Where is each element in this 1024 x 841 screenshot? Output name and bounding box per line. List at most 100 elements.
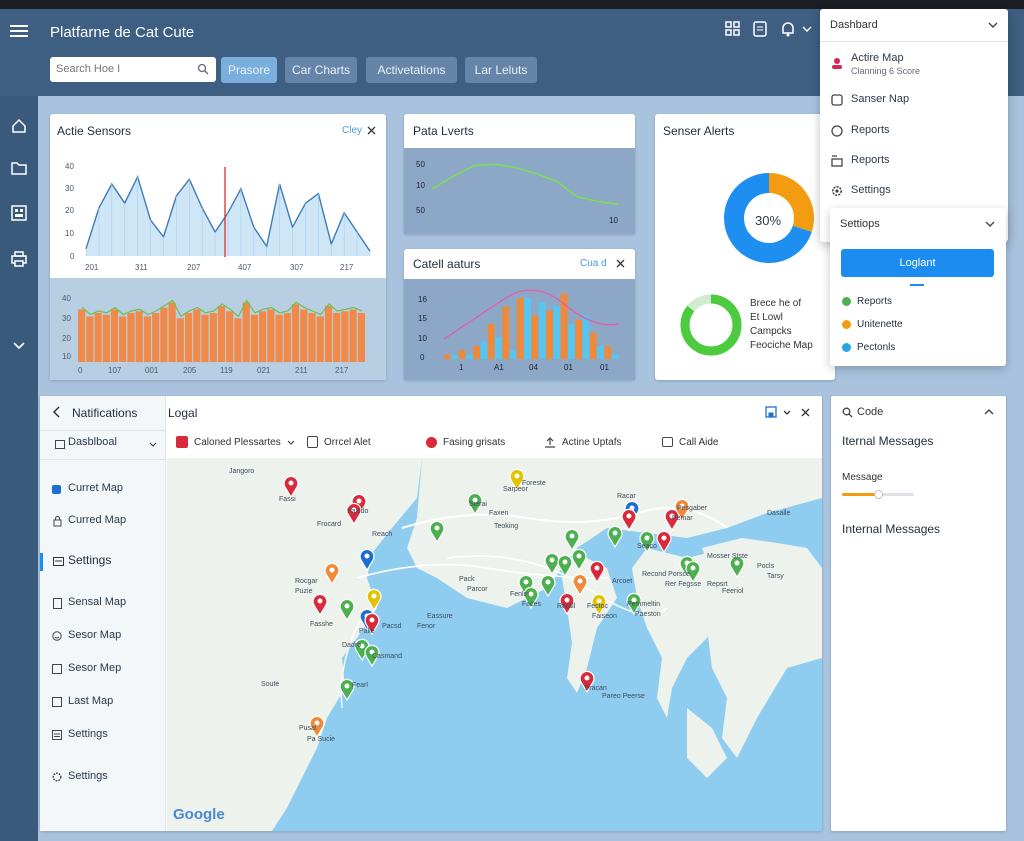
toolbar-button-lar-leluts[interactable]: Lar Leluts [465,57,537,83]
chevron-down-icon[interactable] [800,19,814,39]
logout-button[interactable]: Loglant [841,249,994,277]
map-place-label: Sarpeor [503,486,529,493]
bar [341,311,349,363]
search-box[interactable] [50,57,216,82]
bar [185,313,193,362]
filter-fasing-grisats[interactable]: Fasing grisats [426,434,505,450]
nav-item-last-map[interactable]: Last Map [52,695,162,711]
map-place-label: Pacsd [382,623,402,630]
grid-icon[interactable] [723,19,743,39]
save-icon[interactable] [764,405,778,419]
bar-y-tick: 20 [62,334,71,343]
map-place-label: Pocls [757,563,775,570]
close-icon[interactable] [365,124,377,136]
dropdown-item-active-map[interactable]: Actire Map Clanning 6 Score [820,49,1008,83]
dashboard-select[interactable]: Dasblboal [54,436,160,454]
settings-header[interactable]: Settiops [840,218,880,230]
bar [300,309,308,362]
y-tick: 16 [418,295,427,304]
nav-item-settings-2[interactable]: Settings [52,770,162,786]
filter-label: Call Aide [679,436,719,448]
nav-item-sesor-map[interactable]: Sesor Map [52,629,162,645]
islet [687,708,727,778]
chevron-down-icon[interactable] [987,19,999,31]
map-pin-dot [523,579,529,585]
nav-item-settings[interactable]: Settings [52,728,162,744]
active-sensors-bar-chart [78,299,365,363]
nav-item-curret-map[interactable]: Curret Map [52,482,162,498]
map-pin-dot [434,525,440,531]
dropdown-item-label: Actire Map [851,52,904,64]
search-icon[interactable] [841,406,853,418]
folder-icon[interactable] [8,157,30,179]
filter-actine-uptafs[interactable]: Actine Uptafs [544,434,621,450]
map-pin-dot [734,560,740,566]
bar [259,311,267,363]
chevron-down-icon[interactable] [782,405,792,419]
bar [333,313,341,362]
dashboard-icon[interactable] [8,202,30,224]
dropdown-item-reports[interactable]: Reports [820,120,1008,142]
map-place-label: Pesgaber [677,505,708,512]
filter-calored-plessartes[interactable]: Caloned Plessartes [176,434,295,450]
toolbar-button-car-charts[interactable]: Car Charts [285,57,357,83]
filter-call-aide[interactable]: Call Aide [662,434,718,450]
bar-series-a [575,319,583,359]
message-slider-thumb[interactable] [874,490,883,499]
map-canvas[interactable]: Jangoro Fassi Paxido Frocard Sierai Sarpeor Re… [167,458,822,831]
toolbar-button-prasore[interactable]: Prasore [221,57,277,83]
close-icon[interactable] [798,405,812,419]
map-place-label: Rer Fegsse [665,581,701,588]
nav-item-sesor-mep[interactable]: Sesor Mep [52,662,162,678]
bar-series-b [553,306,561,359]
close-icon[interactable] [614,257,626,269]
nav-item-label: Sensal Map [68,596,127,608]
x-tick: 1 [459,363,464,372]
nav-item-curred-map[interactable]: Curred Map [52,514,162,530]
dropdown-item-label: Sanser Nap [851,93,910,105]
legend-item: Unitenette [842,319,903,330]
hamburger-menu-icon[interactable] [8,20,30,42]
chevron-down-icon[interactable] [984,218,996,230]
message-slider-track[interactable] [842,490,914,499]
dropdown-item-sanser-nap[interactable]: Sanser Nap [820,89,1008,111]
search-icon[interactable] [196,62,210,76]
document-icon[interactable] [750,19,770,39]
nav-item-settings-active[interactable]: Settings [52,553,162,570]
bar-series-a [458,350,466,360]
chevron-up-icon[interactable] [983,406,995,418]
map-pin-dot [329,567,335,573]
back-chevron-icon[interactable] [50,406,62,418]
map-place-label: Feeriol [722,588,744,595]
nav-item-sensal-map[interactable]: Sensal Map [52,596,162,612]
bar-series-b [524,297,531,360]
divider [40,430,166,431]
active-sensors-action[interactable]: Cley [342,125,362,136]
home-icon[interactable] [8,115,30,137]
divider [40,459,166,460]
filter-orrcel-alet[interactable]: Orrcel Alet [307,434,371,450]
bell-icon[interactable] [778,19,798,39]
messages-search-label[interactable]: Code [857,406,883,418]
map-pin[interactable] [607,525,623,549]
search-input[interactable] [56,57,186,80]
dropdown-item-label: Reports [851,154,890,166]
y-tick: 40 [65,162,74,171]
map-pin[interactable] [540,574,556,598]
map-view[interactable]: Jangoro Fassi Paxido Frocard Sierai Sarpeor Re… [167,458,822,831]
dropdown-item-reports-2[interactable]: Reports [820,150,1008,172]
detail-status-action[interactable]: Cua d [580,258,607,269]
map-pin[interactable] [656,530,672,554]
toolbar-button-activetations[interactable]: Activetations [366,57,457,83]
expand-chevron-icon[interactable] [8,335,30,357]
map-place-label: Pa Sucie [307,736,335,743]
legend-dot [842,320,851,329]
dropdown-item-settings[interactable]: Settings [820,180,1008,202]
dropdown-header[interactable]: Dashbard [830,19,878,31]
map-square-icon [52,485,61,494]
bar [226,311,234,363]
gear-icon [52,771,62,783]
bar [78,309,86,362]
y-tick: 20 [65,206,74,215]
printer-icon[interactable] [8,248,30,270]
